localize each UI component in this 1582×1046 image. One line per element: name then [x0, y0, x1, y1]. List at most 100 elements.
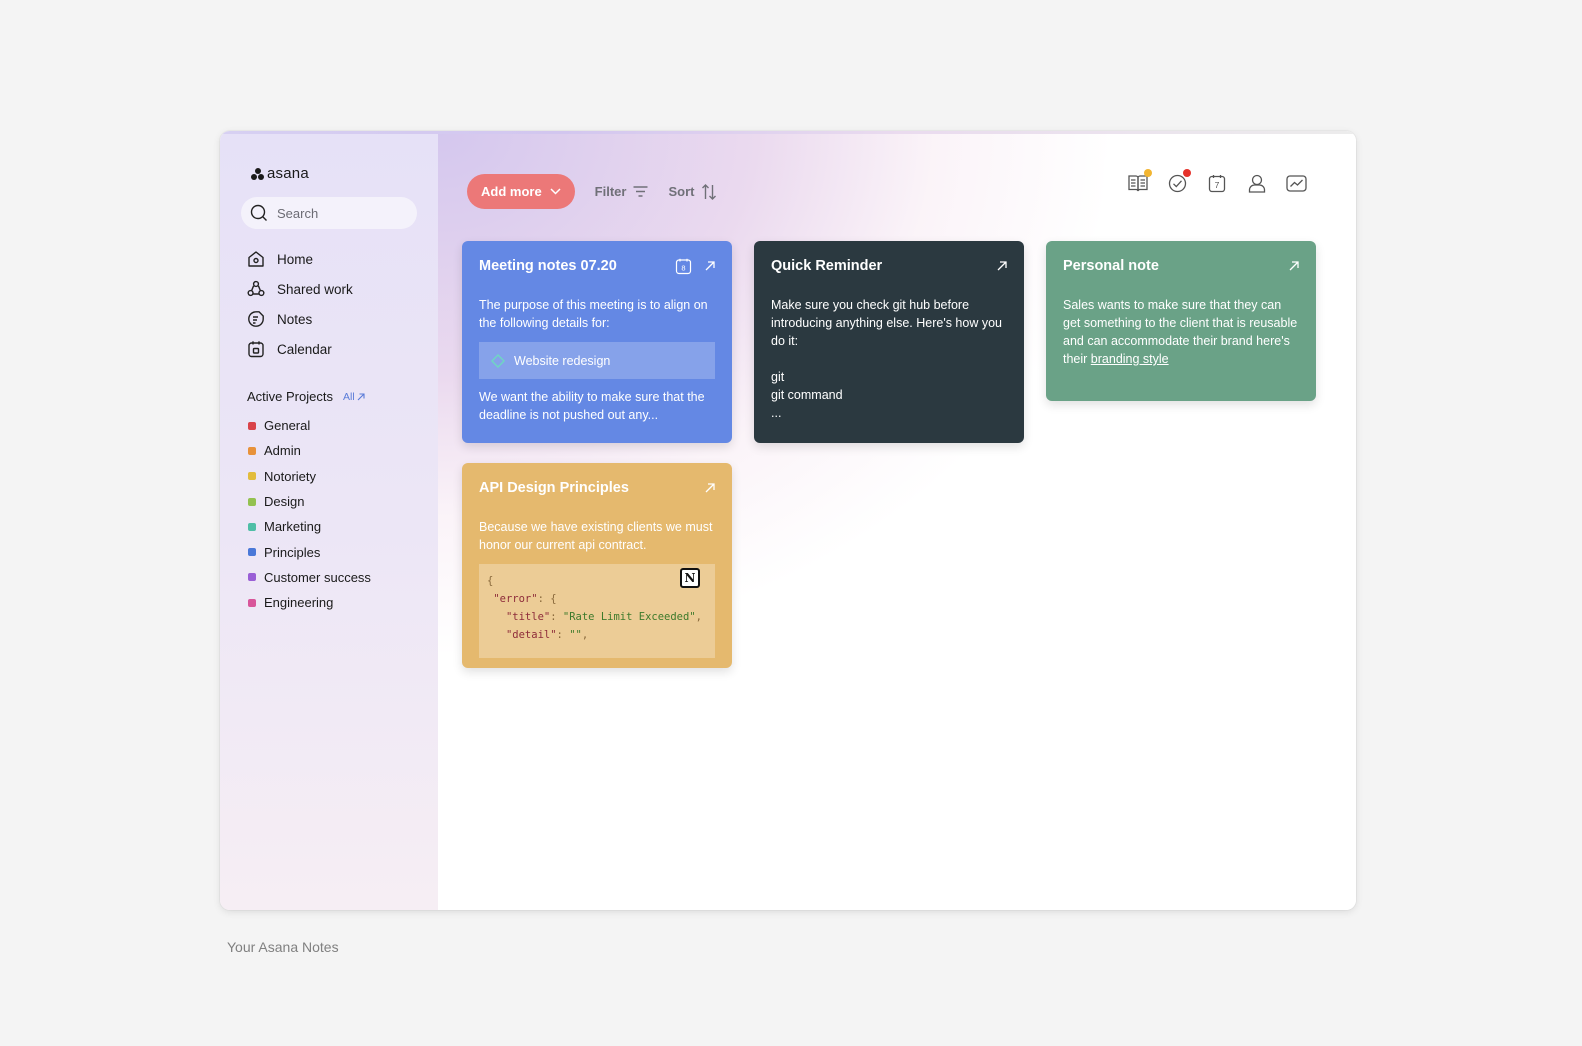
card-header-icons: 8 [675, 258, 715, 275]
card-title: Meeting notes 07.20 [479, 258, 617, 274]
nav-item-calendar[interactable]: Calendar [247, 334, 353, 364]
card-text: Make sure you check git hub before intro… [771, 298, 1002, 348]
projects-all-label: All [342, 390, 355, 403]
nav-label: Notes [277, 311, 313, 327]
code-key: "error" [493, 593, 538, 605]
project-item-admin[interactable]: Admin [248, 438, 371, 463]
project-color-dot [248, 522, 256, 531]
calendar-button[interactable]: 7 [1206, 172, 1228, 194]
card-header: Meeting notes 07.20 8 [479, 257, 715, 275]
project-color-dot [248, 472, 256, 481]
card-body: The purpose of this meeting is to align … [479, 296, 715, 424]
filter-button[interactable]: Filter [595, 184, 649, 199]
app-window: asana Home Shared work Notes Calendar [220, 131, 1356, 910]
diamond-icon [491, 353, 505, 368]
project-label: Notoriety [264, 468, 317, 484]
card-calendar-day: 8 [681, 263, 685, 272]
project-label: Admin [264, 443, 301, 459]
code-string: "Rate Limit Exceeded" [562, 611, 696, 623]
asana-logo[interactable]: asana [251, 165, 309, 182]
chevron-down-icon [550, 188, 561, 195]
filter-icon [633, 186, 648, 197]
project-item-marketing[interactable]: Marketing [248, 514, 371, 539]
branding-style-link[interactable]: branding style [1091, 352, 1169, 366]
project-item-design[interactable]: Design [248, 489, 371, 514]
note-card-meeting[interactable]: Meeting notes 07.20 8 The purpose of thi… [462, 241, 732, 443]
user-icon [1248, 174, 1265, 193]
card-body: Sales wants to make sure that they can g… [1063, 296, 1299, 368]
card-header: Quick Reminder [771, 257, 1007, 275]
project-list: General Admin Notoriety Design Marketing… [248, 413, 371, 615]
sort-label: Sort [668, 184, 695, 199]
projects-all-link[interactable]: All [343, 391, 365, 403]
code-string: "" [569, 629, 582, 641]
card-body: Make sure you check git hub before intro… [771, 296, 1007, 422]
expand-arrow-icon[interactable] [1289, 261, 1299, 271]
sidebar-nav: Home Shared work Notes Calendar [247, 244, 353, 364]
card-header: Personal note [1063, 257, 1299, 275]
project-item-notoriety[interactable]: Notoriety [248, 464, 371, 489]
analytics-button[interactable] [1285, 172, 1307, 194]
tasks-button[interactable] [1166, 169, 1192, 194]
book-icon [1128, 175, 1148, 192]
code-brace: { [487, 575, 494, 587]
note-card-reminder[interactable]: Quick Reminder Make sure you check git h… [754, 241, 1024, 443]
code-block: { "error": { "title": "Rate Limit Exceed… [479, 564, 715, 658]
profile-button[interactable] [1246, 172, 1268, 194]
nav-label: Calendar [277, 341, 332, 357]
project-label: Engineering [264, 595, 334, 611]
expand-arrow-icon[interactable] [997, 261, 1007, 271]
asana-logo-icon [251, 167, 264, 180]
active-projects-header: Active Projects All [247, 389, 365, 404]
code-key: "detail" [505, 629, 557, 641]
add-more-label: Add more [481, 184, 542, 199]
project-item-principles[interactable]: Principles [248, 539, 371, 564]
active-projects-title: Active Projects [247, 389, 333, 404]
notion-icon: N [680, 568, 700, 588]
toolbar: Add more Filter Sort [467, 174, 717, 209]
project-link-label: Website redesign [514, 353, 611, 368]
search-input[interactable] [277, 205, 407, 221]
nav-item-shared-work[interactable]: Shared work [247, 274, 353, 304]
brand-name: asana [267, 165, 309, 182]
calendar-day-icon[interactable]: 8 [675, 258, 692, 275]
shared-work-icon [247, 280, 265, 297]
card-body: Because we have existing clients we must… [479, 518, 715, 658]
arrow-up-right-icon [357, 392, 365, 400]
project-label: General [264, 418, 311, 434]
project-label: Principles [264, 544, 321, 560]
add-more-button[interactable]: Add more [467, 174, 575, 209]
calendar-day-icon: 7 [1208, 174, 1226, 192]
project-color-dot [248, 446, 256, 455]
nav-label: Home [277, 251, 314, 267]
page-caption: Your Asana Notes [227, 939, 339, 955]
reading-button[interactable] [1127, 169, 1152, 194]
home-icon [248, 251, 264, 267]
card-title: Personal note [1063, 258, 1159, 274]
search-box[interactable] [241, 197, 417, 229]
project-color-dot [248, 497, 256, 506]
card-title: API Design Principles [479, 480, 629, 496]
nav-item-home[interactable]: Home [247, 244, 353, 274]
chart-icon [1286, 174, 1307, 192]
note-card-personal[interactable]: Personal note Sales wants to make sure t… [1046, 241, 1316, 401]
project-link-website-redesign[interactable]: Website redesign [479, 342, 715, 379]
project-item-engineering[interactable]: Engineering [248, 590, 371, 615]
card-text-line: git [771, 370, 785, 384]
card-text-line: ... [771, 406, 782, 420]
top-icon-bar: 7 [1104, 153, 1330, 213]
calendar-day-number: 7 [1215, 180, 1220, 190]
note-card-api[interactable]: API Design Principles Because we have ex… [462, 463, 732, 668]
sort-button[interactable]: Sort [668, 183, 717, 200]
expand-arrow-icon[interactable] [705, 483, 715, 493]
expand-arrow-icon[interactable] [705, 261, 715, 271]
nav-item-notes[interactable]: Notes [247, 304, 353, 334]
main-area: Add more Filter Sort 7 Meeting notes 07.… [438, 131, 1356, 910]
nav-label: Shared work [277, 281, 353, 297]
notification-badge-yellow [1143, 169, 1152, 177]
project-label: Customer success [264, 569, 371, 585]
code-key: "title" [505, 611, 551, 623]
project-item-general[interactable]: General [248, 413, 371, 438]
card-text: Because we have existing clients we must… [479, 520, 713, 552]
project-item-customer-success[interactable]: Customer success [248, 565, 371, 590]
